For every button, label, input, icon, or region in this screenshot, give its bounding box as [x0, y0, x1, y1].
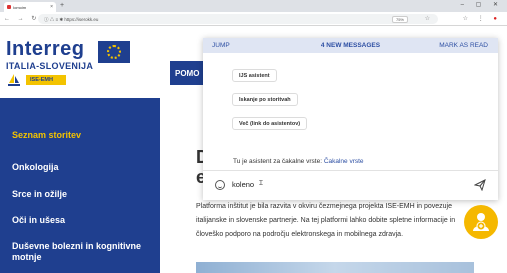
- queue-message-text: Tu je asistent za čakalne vrste:: [233, 158, 324, 165]
- chat-header: 4 NEW MESSAGES JUMP MARK AS READ: [203, 38, 498, 53]
- emoji-icon[interactable]: [215, 180, 225, 190]
- intro-paragraph: Platforma inštitut je bila razvita v okv…: [196, 203, 456, 238]
- queue-message: Tu je asistent za čakalne vrste: Čakalne…: [233, 158, 364, 165]
- extensions-text: ☆ ⋮: [462, 16, 488, 22]
- send-icon[interactable]: [474, 179, 486, 191]
- extension-icons[interactable]: ☆ ⋮ ●: [463, 15, 501, 22]
- browser-tab[interactable]: Iomoim ×: [4, 2, 56, 12]
- quick-reply-button[interactable]: Več (link do asistentov): [232, 117, 308, 130]
- favicon-icon: [7, 5, 11, 9]
- chat-messages[interactable]: IJS asistent Iskanje po storitvah Več (l…: [203, 53, 498, 166]
- logo-title: Interreg: [6, 38, 85, 60]
- sidebar: Seznam storitev Onkologija Srce in ožilj…: [0, 98, 160, 273]
- logo-badge: ISE-EMH: [26, 75, 66, 85]
- window-controls[interactable]: – ▢ ✕: [461, 1, 503, 8]
- url-text: ⓘ △ ≡ ✱ https://iserokk.eu: [44, 17, 99, 22]
- chat-launcher-button[interactable]: [464, 205, 498, 239]
- tab-title: Iomoim: [13, 5, 27, 10]
- quick-reply-button[interactable]: Iskanje po storitvah: [232, 93, 298, 106]
- url-field[interactable]: ⓘ △ ≡ ✱ https://iserokk.eu 75% ☆: [38, 14, 438, 24]
- mark-as-read-button[interactable]: MARK AS READ: [439, 42, 488, 49]
- text-cursor-icon: Ɪ: [259, 180, 263, 187]
- assistant-icon: [473, 213, 489, 231]
- sidebar-item-heart[interactable]: Srce in ožilje: [12, 189, 152, 200]
- chat-widget: 4 NEW MESSAGES JUMP MARK AS READ IJS asi…: [203, 38, 498, 200]
- address-bar-row: ← → ↻ ⌂ ⓘ △ ≡ ✱ https://iserokk.eu 75% ☆…: [0, 12, 507, 26]
- hero-image: [196, 262, 474, 273]
- close-tab-icon[interactable]: ×: [50, 4, 53, 10]
- sidebar-item-services[interactable]: Seznam storitev: [12, 130, 152, 141]
- jump-button[interactable]: JUMP: [212, 42, 230, 49]
- queue-link[interactable]: Čakalne vrste: [324, 158, 364, 165]
- bookmark-star-icon[interactable]: ☆: [425, 15, 430, 22]
- new-tab-button[interactable]: +: [60, 2, 64, 9]
- browser-tab-bar: Iomoim × + – ▢ ✕: [0, 0, 507, 12]
- eu-flag-icon: [98, 41, 130, 63]
- extension-red-icon[interactable]: ●: [493, 16, 501, 22]
- boat-icon: [8, 74, 20, 86]
- chat-input-area: koleno Ɪ: [203, 170, 498, 200]
- zoom-indicator[interactable]: 75%: [391, 16, 408, 23]
- quick-reply-button[interactable]: IJS asistent: [232, 69, 277, 82]
- sidebar-item-eyes-ears[interactable]: Oči in ušesa: [12, 215, 152, 226]
- logo-subtitle: ITALIA-SLOVENIJA: [6, 61, 94, 71]
- message-input[interactable]: koleno: [232, 180, 254, 189]
- interreg-logo[interactable]: Interreg ITALIA-SLOVENIJA ISE-EMH: [6, 38, 130, 90]
- sidebar-item-oncology[interactable]: Onkologija: [12, 162, 152, 173]
- page: Iomoim × + – ▢ ✕ ← → ↻ ⌂ ⓘ △ ≡ ✱ https:/…: [0, 0, 507, 273]
- sidebar-item-mental[interactable]: Duševne bolezni in kognitivne motnje: [12, 241, 152, 263]
- help-button[interactable]: POMO: [170, 61, 206, 85]
